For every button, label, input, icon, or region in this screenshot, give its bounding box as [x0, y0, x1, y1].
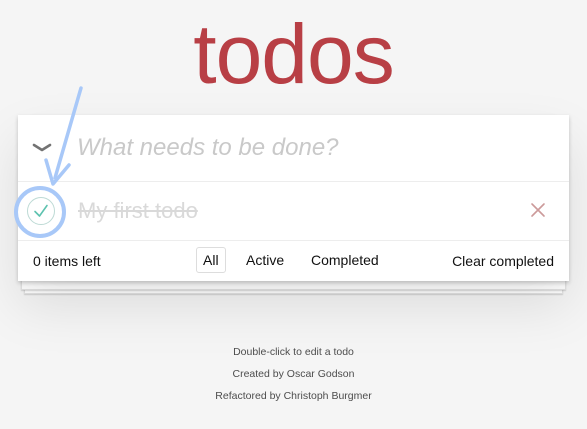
todo-label[interactable]: My first todo: [78, 198, 198, 224]
info-created-by: Created by Oscar Godson: [232, 368, 355, 380]
chevron-down-icon[interactable]: [31, 137, 53, 159]
clear-completed-button[interactable]: Clear completed: [452, 253, 554, 269]
new-todo-input[interactable]: [77, 129, 547, 167]
todo-footer: 0 items left All Active Completed Clear …: [18, 241, 569, 281]
check-icon: [34, 204, 48, 217]
todo-toggle-checkbox[interactable]: [27, 197, 55, 225]
items-left-count: 0 items left: [33, 253, 101, 269]
app-title: todos: [193, 7, 395, 101]
todomvc-page: todos My first todo: [0, 0, 587, 429]
info-refactored-by: Refactored by Christoph Burgmer: [215, 390, 372, 402]
todo-app-panel: My first todo 0 items left All Active Co…: [18, 115, 569, 281]
new-todo-header: [18, 115, 569, 182]
filter-all[interactable]: All: [196, 247, 226, 273]
filter-active[interactable]: Active: [239, 247, 291, 273]
todo-item[interactable]: My first todo: [18, 182, 569, 241]
info-edit-hint: Double-click to edit a todo: [233, 346, 354, 358]
filter-completed[interactable]: Completed: [304, 247, 386, 273]
delete-todo-icon[interactable]: [528, 200, 548, 220]
